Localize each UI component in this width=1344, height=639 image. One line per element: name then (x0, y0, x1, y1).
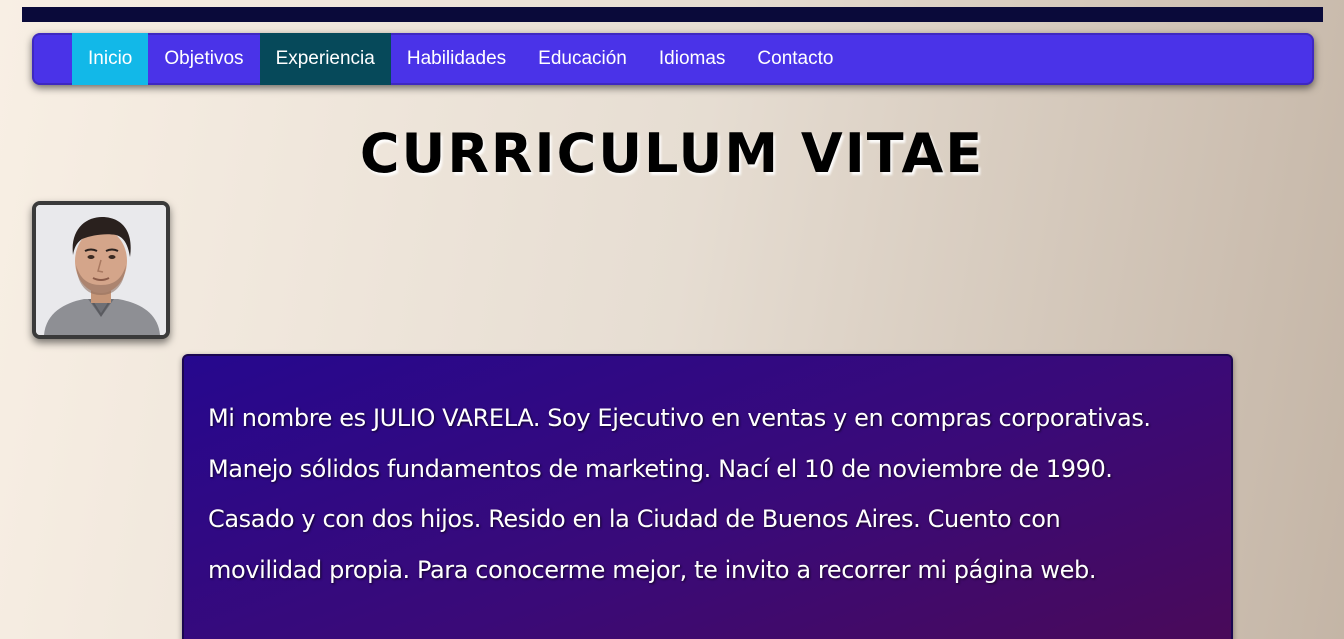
top-bar (22, 7, 1323, 22)
nav-item-experiencia[interactable]: Experiencia (259, 33, 391, 85)
nav-item-habilidades[interactable]: Habilidades (391, 33, 522, 85)
profile-photo-icon (36, 205, 166, 335)
bio-line: movilidad propia. Para conocerme mejor, … (208, 555, 1097, 584)
page-title: CURRICULUM VITAE (359, 122, 985, 185)
nav-item-idiomas[interactable]: Idiomas (643, 33, 742, 85)
nav-item-inicio[interactable]: Inicio (72, 33, 149, 85)
bio-line: Mi nombre es JULIO VARELA. Soy Ejecutivo… (208, 404, 1151, 432)
bio-line: Manejo sólidos fundamentos de marketing.… (208, 454, 1113, 483)
nav-item-educacion[interactable]: Educación (522, 33, 643, 85)
profile-photo (32, 201, 170, 339)
bio-line: Casado y con dos hijos. Resido en la Ciu… (208, 505, 1061, 533)
nav-item-objetivos[interactable]: Objetivos (148, 33, 259, 85)
main-navbar: Inicio Objetivos Experiencia Habilidades… (32, 33, 1314, 85)
nav-item-contacto[interactable]: Contacto (741, 33, 849, 85)
bio-box: Mi nombre es JULIO VARELA. Soy Ejecutivo… (182, 354, 1233, 639)
bio-text: Mi nombre es JULIO VARELA. Soy Ejecutivo… (208, 393, 1219, 595)
